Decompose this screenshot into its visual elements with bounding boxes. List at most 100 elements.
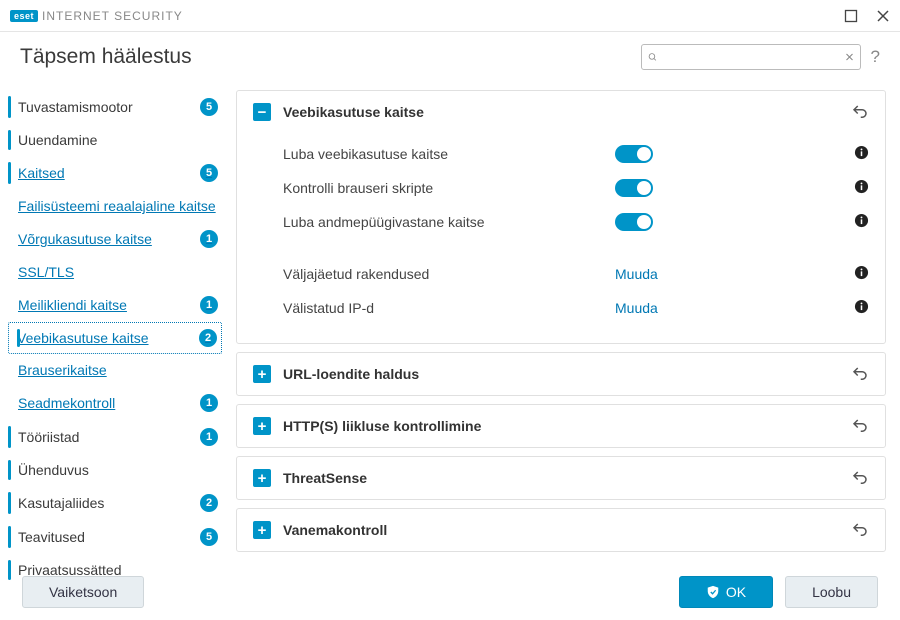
- info-icon[interactable]: [854, 145, 869, 160]
- cancel-button[interactable]: Loobu: [785, 576, 878, 608]
- search-icon: [648, 50, 657, 64]
- setting-row: Luba veebikasutuse kaitse: [283, 137, 869, 171]
- button-label: OK: [726, 584, 746, 600]
- button-label: Vaiketsoon: [49, 584, 117, 600]
- setting-label: Luba andmepüügivastane kaitse: [283, 214, 615, 230]
- badge: 1: [200, 428, 218, 446]
- panel-title: Vanemakontroll: [283, 522, 851, 538]
- revert-icon[interactable]: [851, 103, 869, 121]
- sidebar-item-label: Kaitsed: [18, 165, 194, 181]
- sidebar: Tuvastamismootor 5 Uuendamine Kaitsed 5 …: [0, 84, 230, 588]
- help-icon[interactable]: ?: [871, 47, 880, 67]
- sidebar-item-brauserikaitse[interactable]: Brauserikaitse: [0, 354, 230, 386]
- search-input[interactable]: [657, 50, 845, 65]
- sidebar-item-label: Uuendamine: [18, 132, 218, 148]
- revert-icon[interactable]: [851, 365, 869, 383]
- footer: Vaiketsoon OK Loobu: [0, 564, 900, 620]
- toggle-switch[interactable]: [615, 179, 653, 197]
- brand-badge: eset: [10, 10, 38, 22]
- expand-icon[interactable]: +: [253, 417, 271, 435]
- sidebar-item-uuendamine[interactable]: Uuendamine: [0, 124, 230, 156]
- sidebar-item-failisüsteemi[interactable]: Failisüsteemi reaalajaline kaitse: [0, 190, 230, 222]
- sidebar-item-kasutajaliides[interactable]: Kasutajaliides 2: [0, 486, 230, 520]
- sidebar-item-teavitused[interactable]: Teavitused 5: [0, 520, 230, 554]
- setting-label: Välistatud IP-d: [283, 300, 615, 316]
- badge: 2: [200, 494, 218, 512]
- info-icon[interactable]: [854, 265, 869, 280]
- sidebar-item-ssl-tls[interactable]: SSL/TLS: [0, 256, 230, 288]
- sidebar-item-label: Võrgukasutuse kaitse: [18, 231, 194, 247]
- panel-header[interactable]: + HTTP(S) liikluse kontrollimine: [237, 405, 885, 447]
- info-icon[interactable]: [854, 299, 869, 314]
- expand-icon[interactable]: +: [253, 521, 271, 539]
- setting-row: Luba andmepüügivastane kaitse: [283, 205, 869, 239]
- badge: 2: [199, 329, 217, 347]
- badge: 1: [200, 394, 218, 412]
- defaults-button[interactable]: Vaiketsoon: [22, 576, 144, 608]
- sidebar-item-kaitsed[interactable]: Kaitsed 5: [0, 156, 230, 190]
- sidebar-item-label: Tuvastamismootor: [18, 99, 194, 115]
- panel-title: ThreatSense: [283, 470, 851, 486]
- product-name: INTERNET SECURITY: [42, 9, 183, 23]
- revert-icon[interactable]: [851, 469, 869, 487]
- edit-link[interactable]: Muuda: [615, 300, 658, 316]
- sidebar-item-label: Tööriistad: [18, 429, 194, 445]
- toggle-switch[interactable]: [615, 213, 653, 231]
- panel-veebikasutuse-kaitse: − Veebikasutuse kaitse Luba veebikasutus…: [236, 90, 886, 344]
- close-icon[interactable]: [876, 9, 890, 23]
- sidebar-item-label: Seadmekontroll: [18, 395, 194, 411]
- sidebar-item-tööriistad[interactable]: Tööriistad 1: [0, 420, 230, 454]
- setting-label: Luba veebikasutuse kaitse: [283, 146, 615, 162]
- sidebar-item-tuvastamismootor[interactable]: Tuvastamismootor 5: [0, 90, 230, 124]
- setting-row: Väljajäetud rakendused Muuda: [283, 257, 869, 291]
- panel-title: Veebikasutuse kaitse: [283, 104, 851, 120]
- panel-title: HTTP(S) liikluse kontrollimine: [283, 418, 851, 434]
- search-box[interactable]: [641, 44, 861, 70]
- sidebar-item-label: Meilikliendi kaitse: [18, 297, 194, 313]
- clear-search-icon[interactable]: [845, 50, 854, 64]
- info-icon[interactable]: [854, 179, 869, 194]
- badge: 1: [200, 296, 218, 314]
- sidebar-item-ühenduvus[interactable]: Ühenduvus: [0, 454, 230, 486]
- setting-label: Väljajäetud rakendused: [283, 266, 615, 282]
- sidebar-item-võrgukasutuse[interactable]: Võrgukasutuse kaitse 1: [0, 222, 230, 256]
- badge: 5: [200, 164, 218, 182]
- panel-header[interactable]: − Veebikasutuse kaitse: [237, 91, 885, 133]
- expand-icon[interactable]: +: [253, 469, 271, 487]
- panel-vanemakontroll: + Vanemakontroll: [236, 508, 886, 552]
- toggle-switch[interactable]: [615, 145, 653, 163]
- body: Tuvastamismootor 5 Uuendamine Kaitsed 5 …: [0, 84, 900, 588]
- panel-header[interactable]: + URL-loendite haldus: [237, 353, 885, 395]
- panel-title: URL-loendite haldus: [283, 366, 851, 382]
- panel-https-liikluse: + HTTP(S) liikluse kontrollimine: [236, 404, 886, 448]
- revert-icon[interactable]: [851, 417, 869, 435]
- sidebar-item-veebikasutuse[interactable]: Veebikasutuse kaitse 2: [8, 322, 222, 354]
- setting-row: Kontrolli brauseri skripte: [283, 171, 869, 205]
- sidebar-item-meilikliendi[interactable]: Meilikliendi kaitse 1: [0, 288, 230, 322]
- panel-header[interactable]: + Vanemakontroll: [237, 509, 885, 551]
- sidebar-item-label: SSL/TLS: [18, 264, 218, 280]
- sidebar-item-label: Ühenduvus: [18, 462, 218, 478]
- page-title: Täpsem häälestus: [20, 45, 192, 69]
- edit-link[interactable]: Muuda: [615, 266, 658, 282]
- revert-icon[interactable]: [851, 521, 869, 539]
- ok-button[interactable]: OK: [679, 576, 773, 608]
- sidebar-item-label: Brauserikaitse: [18, 362, 218, 378]
- button-label: Loobu: [812, 584, 851, 600]
- info-icon[interactable]: [854, 213, 869, 228]
- sidebar-item-label: Failisüsteemi reaalajaline kaitse: [18, 198, 218, 214]
- expand-icon[interactable]: +: [253, 365, 271, 383]
- window-controls: [844, 9, 890, 23]
- sidebar-item-label: Kasutajaliides: [18, 495, 194, 511]
- setting-row: Välistatud IP-d Muuda: [283, 291, 869, 325]
- page-header: Täpsem häälestus ?: [0, 32, 900, 84]
- content: − Veebikasutuse kaitse Luba veebikasutus…: [230, 84, 900, 588]
- badge: 5: [200, 528, 218, 546]
- panel-url-loendite: + URL-loendite haldus: [236, 352, 886, 396]
- badge: 5: [200, 98, 218, 116]
- panel-header[interactable]: + ThreatSense: [237, 457, 885, 499]
- sidebar-item-seadmekontroll[interactable]: Seadmekontroll 1: [0, 386, 230, 420]
- shield-icon: [706, 585, 720, 599]
- collapse-icon[interactable]: −: [253, 103, 271, 121]
- maximize-icon[interactable]: [844, 9, 858, 23]
